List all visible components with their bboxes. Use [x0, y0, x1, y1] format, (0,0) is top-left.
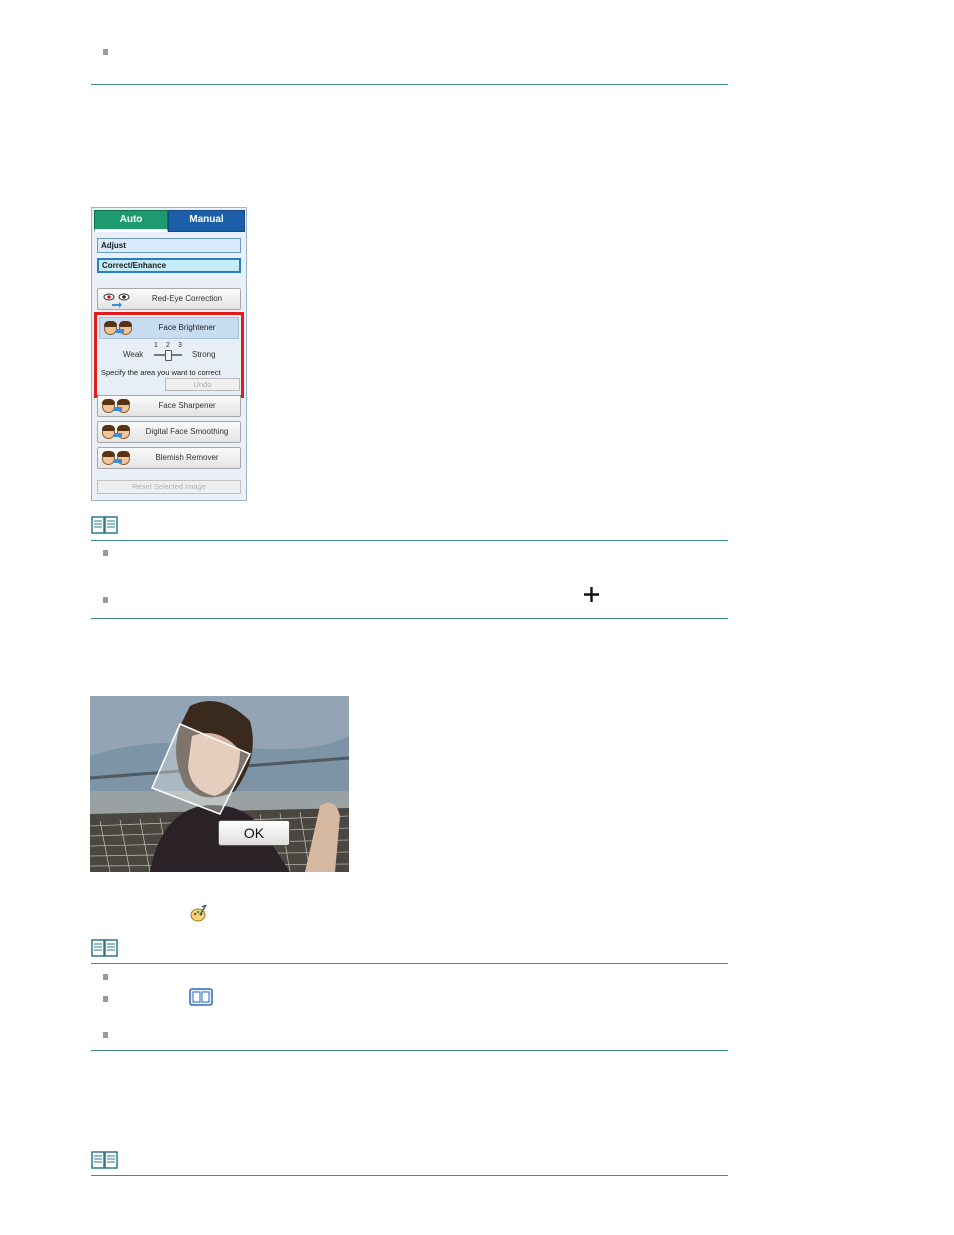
slider-thumb[interactable]	[165, 350, 172, 361]
tool-label: Face Sharpener	[158, 401, 216, 410]
bullet-marker	[103, 550, 108, 556]
face-brightener-icon	[104, 320, 134, 337]
tick-label: 3	[178, 342, 182, 349]
weak-label: Weak	[123, 350, 144, 359]
blemish-remover-icon	[102, 450, 132, 467]
bullet-marker	[103, 974, 108, 980]
instruction-text: Specify the area you want to correct	[101, 368, 221, 377]
strength-slider-row: Weak 1 2 3 Strong	[97, 342, 241, 361]
bullet-marker	[103, 1032, 108, 1038]
compare-view-icon[interactable]	[189, 988, 213, 1006]
face-brightener-button[interactable]: Face Brightener	[99, 317, 239, 339]
face-sharpener-icon	[102, 398, 132, 415]
undo-button[interactable]: Undo	[165, 378, 240, 391]
tab-manual[interactable]: Manual	[168, 210, 245, 232]
bullet-marker	[103, 49, 108, 55]
tool-label: Red-Eye Correction	[151, 294, 223, 303]
red-eye-correction-button[interactable]: Red-Eye Correction	[97, 288, 241, 310]
preview-photo: OK	[90, 696, 349, 872]
tool-label: Digital Face Smoothing	[145, 427, 229, 436]
adjust-button[interactable]: Adjust	[97, 238, 241, 253]
blemish-remover-button[interactable]: Blemish Remover	[97, 447, 241, 469]
red-eye-icon	[102, 291, 132, 308]
book-note-icon	[91, 939, 118, 957]
tool-label: Blemish Remover	[155, 453, 219, 462]
tool-label: Face Brightener	[158, 323, 216, 332]
note-divider	[91, 1050, 728, 1051]
reset-selected-image-button[interactable]: Reset Selected Image	[97, 480, 241, 494]
book-note-icon	[91, 1151, 118, 1169]
digital-face-smoothing-button[interactable]: Digital Face Smoothing	[97, 421, 241, 443]
section-divider	[91, 84, 728, 85]
ok-button[interactable]: OK	[218, 820, 290, 846]
plus-cursor-icon	[584, 587, 599, 602]
face-sharpener-button[interactable]: Face Sharpener	[97, 395, 241, 417]
tick-label: 2	[166, 342, 170, 349]
note-divider	[91, 1175, 728, 1176]
tick-label: 1	[154, 342, 158, 349]
note-divider	[91, 618, 728, 619]
bullet-marker	[103, 597, 108, 603]
book-note-icon	[91, 516, 118, 534]
note-divider	[91, 540, 728, 541]
strong-label: Strong	[192, 350, 216, 359]
face-smoothing-icon	[102, 424, 132, 441]
bullet-marker	[103, 996, 108, 1002]
note-divider	[91, 963, 728, 964]
correct-enhance-button[interactable]: Correct/Enhance	[97, 258, 241, 273]
tab-auto[interactable]: Auto	[94, 210, 168, 232]
palette-brush-icon[interactable]	[190, 905, 208, 923]
correct-enhance-panel: Auto Manual Adjust Correct/Enhance Red-E…	[91, 207, 247, 501]
face-brightener-expanded: Face Brightener Weak 1 2 3 Strong Specif…	[94, 312, 244, 398]
